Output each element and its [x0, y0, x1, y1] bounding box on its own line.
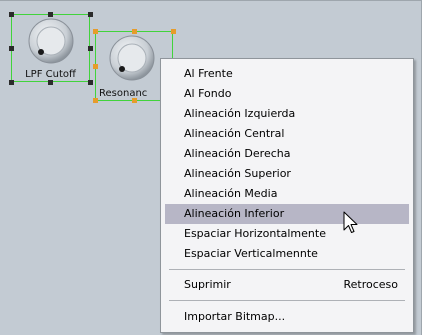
resize-handle[interactable]: [93, 29, 98, 34]
menu-item-alineacion-derecha[interactable]: Alineación Derecha: [165, 144, 409, 164]
resize-handle[interactable]: [171, 29, 176, 34]
resize-handle[interactable]: [132, 29, 137, 34]
menu-separator: [169, 300, 405, 301]
menu-item-espaciar-horizontalmente[interactable]: Espaciar Horizontalmente: [165, 224, 409, 244]
menu-shortcut: Retroceso: [343, 278, 398, 291]
resize-handle[interactable]: [48, 80, 53, 85]
menu-item-alineacion-superior[interactable]: Alineación Superior: [165, 164, 409, 184]
resize-handle[interactable]: [93, 98, 98, 103]
resize-handle[interactable]: [132, 98, 137, 103]
menu-item-alineacion-inferior[interactable]: Alineación Inferior: [165, 204, 409, 224]
resize-handle[interactable]: [88, 46, 93, 51]
menu-item-espaciar-verticalmente[interactable]: Espaciar Verticalmennte: [165, 244, 409, 264]
knob-label: LPF Cutoff: [25, 69, 76, 80]
knob-icon[interactable]: [28, 18, 74, 64]
resize-handle[interactable]: [48, 12, 53, 17]
menu-item-alineacion-izquierda[interactable]: Alineación Izquierda: [165, 104, 409, 124]
menu-item-suprimir[interactable]: Suprimir Retroceso: [165, 275, 409, 295]
resize-handle[interactable]: [9, 80, 14, 85]
knob-icon[interactable]: [109, 35, 155, 81]
arrow-cursor-icon: [343, 211, 358, 233]
resize-handle[interactable]: [9, 12, 14, 17]
menu-item-importar-bitmap[interactable]: Importar Bitmap...: [165, 307, 409, 327]
resize-handle[interactable]: [9, 46, 14, 51]
resize-handle[interactable]: [93, 64, 98, 69]
menu-item-al-fondo[interactable]: Al Fondo: [165, 84, 409, 104]
knob-widget-lpf-cutoff[interactable]: LPF Cutoff: [11, 14, 90, 82]
editor-canvas[interactable]: LPF Cutoff Resonanc Al Frente Al Fondo A…: [0, 0, 422, 335]
context-menu: Al Frente Al Fondo Alineación Izquierda …: [160, 58, 414, 333]
resize-handle[interactable]: [88, 12, 93, 17]
menu-item-alineacion-central[interactable]: Alineación Central: [165, 124, 409, 144]
resize-handle[interactable]: [88, 80, 93, 85]
menu-separator: [169, 269, 405, 270]
menu-item-al-frente[interactable]: Al Frente: [165, 64, 409, 84]
menu-item-alineacion-media[interactable]: Alineación Media: [165, 184, 409, 204]
